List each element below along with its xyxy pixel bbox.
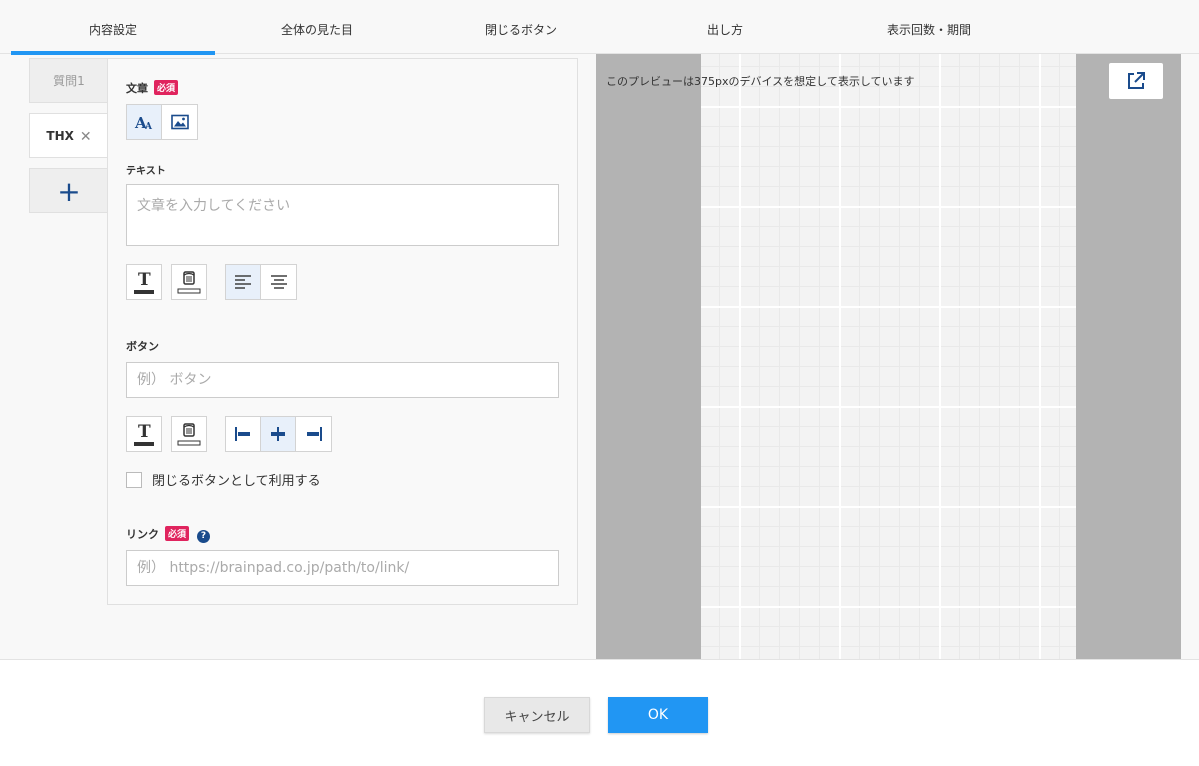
text-align-toggle	[225, 264, 297, 300]
tab-display-count-period[interactable]: 表示回数・期間	[827, 0, 1031, 54]
preview-note: このプレビューは375pxのデバイスを想定して表示しています	[606, 75, 915, 88]
position-center-icon	[271, 427, 285, 441]
text-color-icon: T	[134, 270, 154, 294]
ok-button[interactable]: OK	[608, 697, 708, 733]
align-left-icon	[235, 275, 251, 289]
paint-bucket-icon	[177, 271, 201, 294]
required-badge: 必須	[165, 526, 190, 541]
text-label: テキスト	[126, 166, 166, 177]
link-label: リンク 必須?	[126, 526, 211, 543]
use-as-close-button-checkbox[interactable]	[126, 472, 142, 488]
background-color-button[interactable]	[171, 264, 207, 300]
dialog-footer: キャンセル OK	[0, 659, 1199, 766]
preview-area: このプレビューは375pxのデバイスを想定して表示しています	[596, 54, 1181, 659]
tab-display-method[interactable]: 出し方	[623, 0, 827, 54]
tab-overall-appearance[interactable]: 全体の見た目	[215, 0, 419, 54]
required-badge: 必須	[154, 80, 179, 95]
position-center-button[interactable]	[261, 417, 296, 451]
link-label-text: リンク	[126, 528, 159, 541]
text-type-icon: A A	[134, 114, 153, 131]
text-color-button[interactable]: T	[126, 264, 162, 300]
position-left-icon	[235, 427, 250, 441]
paint-bucket-icon	[177, 423, 201, 446]
position-right-button[interactable]	[296, 417, 331, 451]
text-color-icon: T	[134, 422, 154, 446]
question-tab-thx-label: THX	[46, 129, 74, 143]
svg-text:T: T	[138, 270, 151, 290]
image-icon	[170, 114, 189, 130]
help-icon[interactable]: ?	[197, 530, 211, 543]
tab-close-button[interactable]: 閉じるボタン	[419, 0, 623, 54]
button-position-toggle	[225, 416, 332, 452]
tab-content-settings[interactable]: 内容設定	[11, 0, 215, 55]
svg-text:T: T	[138, 422, 151, 442]
close-icon[interactable]: ✕	[80, 115, 92, 159]
link-url-input[interactable]	[126, 550, 559, 586]
button-label: ボタン	[126, 340, 159, 353]
device-preview-canvas	[701, 54, 1076, 659]
add-question-button[interactable]: +	[29, 168, 108, 213]
sentence-label: 文章 必須	[126, 80, 179, 96]
align-left-button[interactable]	[226, 265, 261, 299]
open-preview-external-button[interactable]	[1109, 63, 1163, 99]
position-right-icon	[306, 427, 322, 441]
settings-tabs: 内容設定 全体の見た目 閉じるボタン 出し方 表示回数・期間	[0, 0, 1199, 55]
align-center-icon	[270, 275, 287, 289]
button-text-input[interactable]	[126, 362, 559, 398]
text-type-button[interactable]: A A	[127, 105, 162, 139]
image-type-button[interactable]	[162, 105, 197, 139]
align-center-button[interactable]	[261, 265, 296, 299]
use-as-close-button-label[interactable]: 閉じるボタンとして利用する	[152, 470, 321, 489]
question-tab-1[interactable]: 質問1	[29, 58, 108, 103]
button-text-color-button[interactable]: T	[126, 416, 162, 452]
position-left-button[interactable]	[226, 417, 261, 451]
text-input[interactable]	[126, 184, 559, 246]
thx-form-panel: 文章必須 A A テキスト T	[107, 58, 578, 605]
external-link-icon	[1128, 72, 1145, 89]
sentence-label-text: 文章	[126, 82, 148, 95]
button-background-color-button[interactable]	[171, 416, 207, 452]
content-type-toggle: A A	[126, 104, 198, 140]
question-tab-thx[interactable]: THX ✕	[29, 113, 108, 158]
cancel-button[interactable]: キャンセル	[484, 697, 590, 733]
svg-text:A: A	[144, 122, 153, 131]
plus-icon: +	[57, 175, 81, 208]
